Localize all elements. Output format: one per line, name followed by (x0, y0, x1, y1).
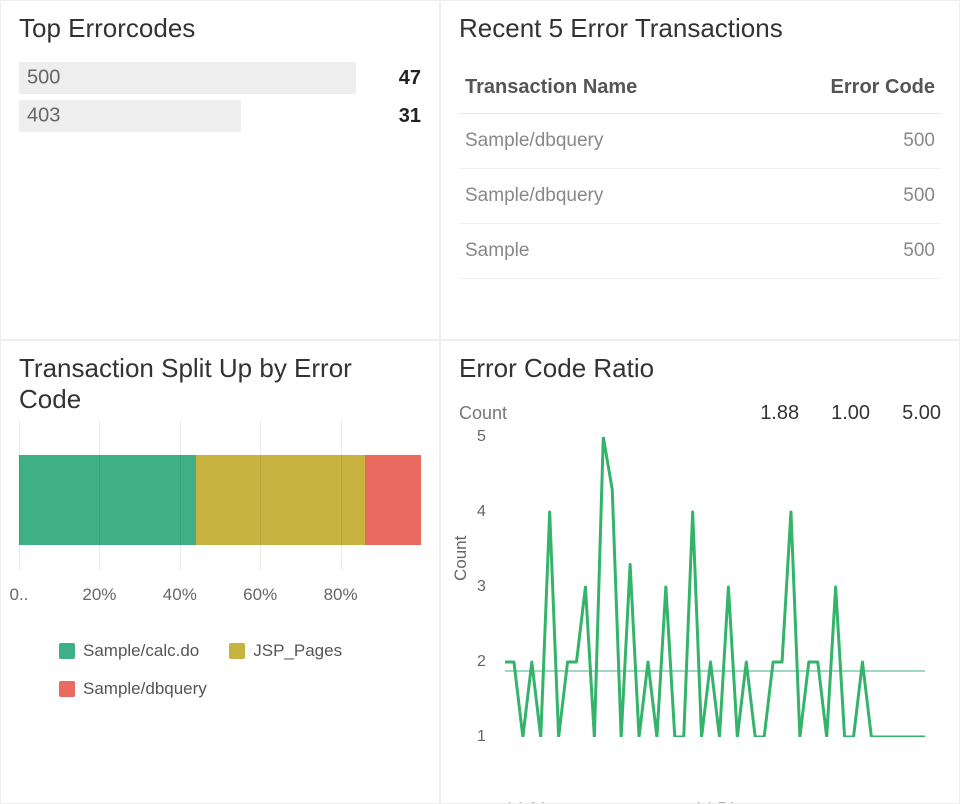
col-header-code: Error Code (754, 62, 941, 114)
y-tick: 3 (477, 578, 486, 596)
errorcode-row: 500 47 (19, 62, 421, 94)
axis-tick: 0.. (10, 585, 29, 605)
tx-name: Sample/dbquery (459, 114, 754, 169)
y-tick: 5 (477, 428, 486, 446)
x-tick: 14:21 (505, 799, 548, 804)
stack-segment (196, 455, 365, 545)
axis-tick: 80% (324, 585, 358, 605)
tx-code: 500 (754, 224, 941, 279)
panel-tx-split: Transaction Split Up by Error Code 0.. 20… (0, 340, 440, 804)
axis-tick: 40% (163, 585, 197, 605)
legend-swatch (59, 681, 75, 697)
stacked-bar (19, 455, 421, 545)
panel-title-recent-tx: Recent 5 Error Transactions (459, 13, 941, 44)
stack-segment (19, 455, 196, 545)
ratio-ylabel: Count (451, 536, 471, 581)
y-tick: 1 (477, 728, 486, 746)
table-row: Sample/dbquery500 (459, 169, 941, 224)
errorcode-count: 31 (377, 105, 421, 128)
ratio-chart: Count 12345 14:2114:51 (459, 431, 939, 771)
legend-swatch (59, 643, 75, 659)
axis-tick: 20% (82, 585, 116, 605)
col-header-name: Transaction Name (459, 62, 754, 114)
errorcode-row: 403 31 (19, 100, 421, 132)
legend-label: Sample/calc.do (83, 641, 199, 661)
table-row: Sample/dbquery500 (459, 114, 941, 169)
errorcode-count: 47 (377, 67, 421, 90)
panel-title-tx-split: Transaction Split Up by Error Code (19, 353, 421, 415)
errorcodes-list: 500 47 403 31 (19, 62, 421, 132)
legend-label: Sample/dbquery (83, 679, 207, 699)
tx-code: 500 (754, 169, 941, 224)
stacked-bar-legend: Sample/calc.do JSP_Pages Sample/dbquery (19, 641, 421, 699)
panel-error-ratio: Error Code Ratio Count 1.88 1.00 5.00 Co… (440, 340, 960, 804)
ratio-stat-2: 1.00 (831, 402, 870, 425)
x-tick: 14:51 (694, 799, 737, 804)
ratio-stat-3: 5.00 (902, 402, 941, 425)
tx-name: Sample/dbquery (459, 169, 754, 224)
axis-tick: 60% (243, 585, 277, 605)
panel-title-ratio: Error Code Ratio (459, 353, 941, 384)
ratio-line-plot (505, 437, 925, 737)
errorcode-label: 403 (27, 105, 60, 128)
panel-title-top-errorcodes: Top Errorcodes (19, 13, 421, 44)
recent-tx-table: Transaction Name Error Code Sample/dbque… (459, 62, 941, 279)
panel-recent-transactions: Recent 5 Error Transactions Transaction … (440, 0, 960, 340)
legend-item: Sample/dbquery (59, 679, 207, 699)
panel-top-errorcodes: Top Errorcodes 500 47 403 31 (0, 0, 440, 340)
y-tick: 2 (477, 653, 486, 671)
legend-label: JSP_Pages (253, 641, 342, 661)
legend-item: Sample/calc.do (59, 641, 199, 661)
y-tick: 4 (477, 503, 486, 521)
stack-segment (365, 455, 421, 545)
errorcode-label: 500 (27, 67, 60, 90)
stacked-bar-axis: 0..20%40%60%80% (19, 585, 421, 615)
tx-name: Sample (459, 224, 754, 279)
legend-item: JSP_Pages (229, 641, 342, 661)
tx-code: 500 (754, 114, 941, 169)
table-row: Sample500 (459, 224, 941, 279)
ratio-stat-1: 1.88 (760, 402, 799, 425)
ratio-count-label: Count (459, 403, 507, 424)
ratio-stats-row: Count 1.88 1.00 5.00 (459, 402, 941, 425)
legend-swatch (229, 643, 245, 659)
